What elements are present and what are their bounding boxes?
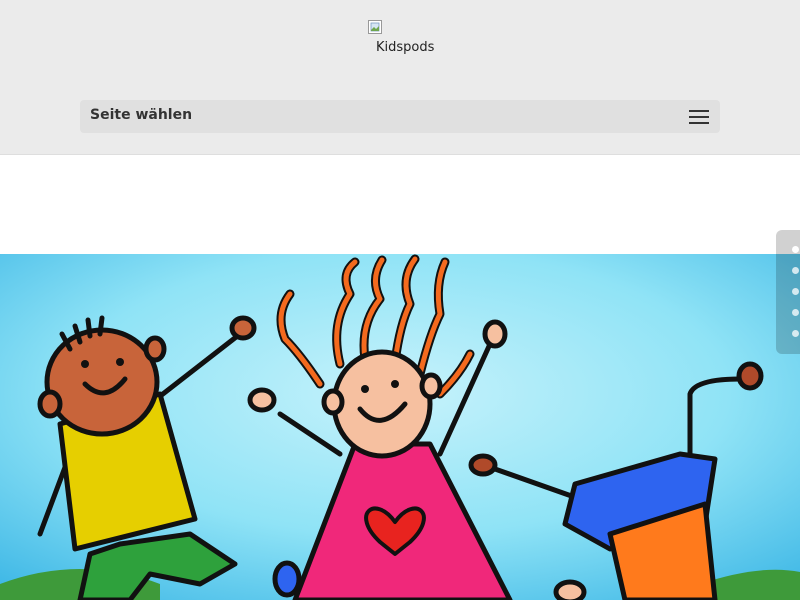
slide-dot-1[interactable] xyxy=(792,246,799,253)
hamburger-menu-icon[interactable] xyxy=(688,108,710,126)
mobile-menu-select[interactable]: Seite wählen xyxy=(80,100,720,133)
site-header: Kidspods Seite wählen xyxy=(0,0,800,155)
slide-dot-4[interactable] xyxy=(792,309,799,316)
slide-dot-5[interactable] xyxy=(792,330,799,337)
hero-image xyxy=(0,254,800,600)
slide-dot-2[interactable] xyxy=(792,267,799,274)
site-logo[interactable]: Kidspods xyxy=(368,20,438,60)
slide-dot-3[interactable] xyxy=(792,288,799,295)
logo-alt-text: Kidspods xyxy=(376,40,435,55)
slide-dot-navigation xyxy=(776,230,800,354)
broken-image-icon xyxy=(368,20,382,34)
select-page-label: Seite wählen xyxy=(90,107,193,123)
kids-illustration xyxy=(0,254,800,600)
